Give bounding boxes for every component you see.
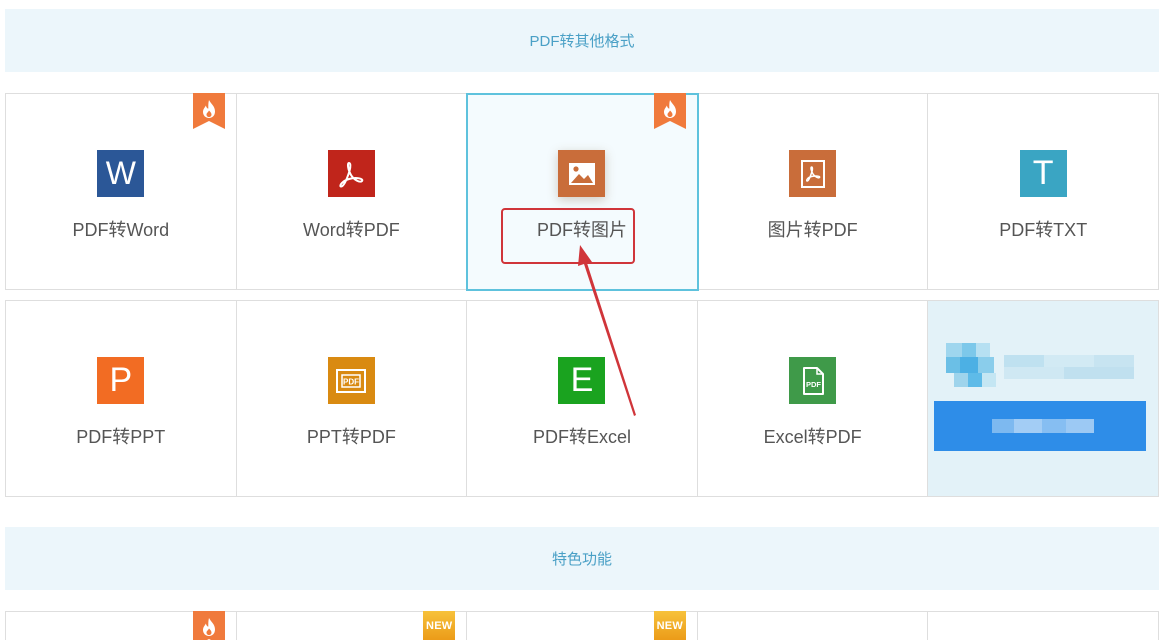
page: PDF转其他格式 W PDF转Word Word转PDF PDF转图片 图片转P… bbox=[0, 0, 1164, 640]
annotation-arrow-icon bbox=[578, 245, 636, 416]
